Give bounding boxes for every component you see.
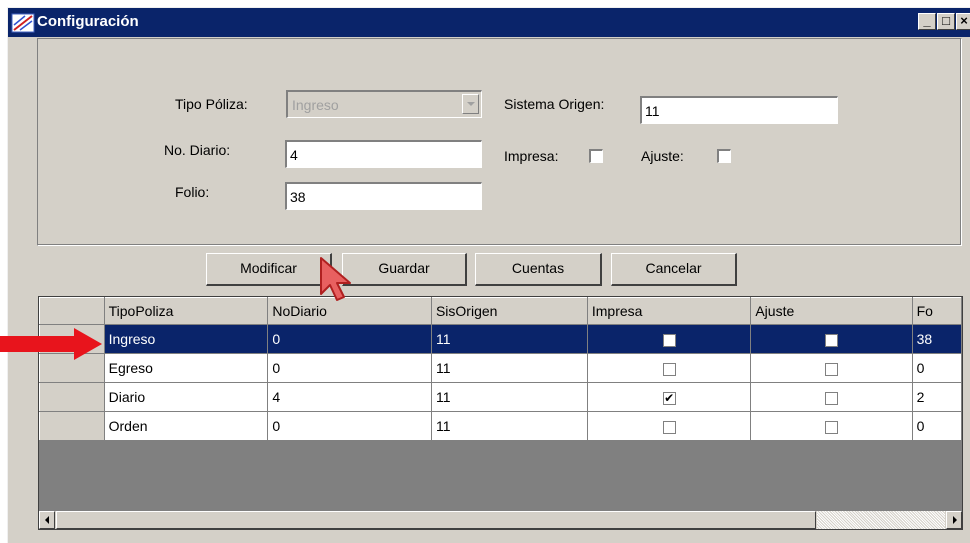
folio-label: Folio: — [175, 184, 210, 200]
scrollbar-track[interactable] — [817, 511, 945, 529]
scroll-left-icon[interactable] — [39, 511, 55, 529]
close-button[interactable]: × — [956, 13, 970, 30]
column-header-impresa[interactable]: Impresa — [587, 297, 752, 325]
ajuste-checkbox-cell[interactable] — [824, 420, 838, 434]
cell-impresa[interactable]: ✔ — [587, 382, 752, 412]
no-diario-field[interactable]: 4 — [285, 140, 482, 168]
cell-tipopoliza[interactable]: Egreso — [104, 353, 269, 383]
ajuste-checkbox-cell[interactable] — [824, 391, 838, 405]
cell-folio[interactable]: 2 — [912, 382, 962, 412]
horizontal-scrollbar[interactable] — [39, 511, 962, 529]
cell-nodiario[interactable]: 0 — [267, 353, 432, 383]
cell-folio[interactable]: 38 — [912, 324, 962, 354]
maximize-button[interactable]: □ — [937, 13, 955, 30]
tipo-poliza-combo[interactable]: Ingreso — [286, 90, 482, 118]
tipo-poliza-value: Ingreso — [292, 97, 339, 113]
impresa-checkbox-cell[interactable] — [662, 333, 676, 347]
column-header-sisorigen[interactable]: SisOrigen — [431, 297, 588, 325]
ajuste-checkbox-cell[interactable] — [824, 333, 838, 347]
window-title: Configuración — [37, 13, 139, 30]
column-header-folio[interactable]: Fo — [912, 297, 962, 325]
scroll-right-icon[interactable] — [946, 511, 962, 529]
cell-ajuste[interactable] — [750, 382, 913, 412]
ajuste-checkbox-cell[interactable] — [824, 362, 838, 376]
cell-impresa[interactable] — [587, 411, 752, 441]
grid-corner[interactable] — [39, 297, 105, 325]
scrollbar-thumb[interactable] — [56, 511, 816, 529]
minimize-button[interactable]: _ — [918, 13, 936, 30]
table-row[interactable]: Ingreso 0 11 38 — [39, 324, 962, 354]
tipo-poliza-label: Tipo Póliza: — [175, 96, 248, 112]
cell-impresa[interactable] — [587, 324, 752, 354]
cell-sisorigen[interactable]: 11 — [431, 324, 588, 354]
cell-nodiario[interactable]: 0 — [267, 324, 432, 354]
ajuste-label: Ajuste: — [641, 148, 684, 164]
ajuste-checkbox[interactable] — [717, 149, 731, 163]
mouse-cursor-icon — [320, 257, 351, 301]
cell-ajuste[interactable] — [750, 411, 913, 441]
cell-ajuste[interactable] — [750, 324, 913, 354]
cell-sisorigen[interactable]: 11 — [431, 353, 588, 383]
no-diario-label: No. Diario: — [164, 142, 231, 158]
chevron-down-icon[interactable] — [462, 94, 479, 114]
cell-tipopoliza[interactable]: Orden — [104, 411, 269, 441]
impresa-checkbox-cell[interactable]: ✔ — [662, 391, 676, 405]
cell-ajuste[interactable] — [750, 353, 913, 383]
table-row[interactable]: Orden 0 11 0 — [39, 411, 962, 441]
configuracion-window: Configuración _ □ × Tipo Póliza: Ingreso… — [7, 7, 970, 543]
red-arrow-icon — [0, 328, 102, 360]
cell-tipopoliza[interactable]: Ingreso — [104, 324, 269, 354]
impresa-checkbox[interactable] — [589, 149, 603, 163]
cell-nodiario[interactable]: 4 — [267, 382, 432, 412]
app-icon — [11, 13, 35, 33]
column-header-ajuste[interactable]: Ajuste — [750, 297, 913, 325]
impresa-checkbox-cell[interactable] — [662, 362, 676, 376]
cell-impresa[interactable] — [587, 353, 752, 383]
impresa-checkbox-cell[interactable] — [662, 420, 676, 434]
row-header[interactable] — [39, 411, 105, 441]
cell-nodiario[interactable]: 0 — [267, 411, 432, 441]
cuentas-button[interactable]: Cuentas — [475, 253, 602, 286]
cancelar-button[interactable]: Cancelar — [611, 253, 737, 286]
polizas-grid[interactable]: TipoPoliza NoDiario SisOrigen Impresa Aj… — [38, 296, 963, 530]
cell-tipopoliza[interactable]: Diario — [104, 382, 269, 412]
title-bar[interactable]: Configuración _ □ × — [8, 8, 970, 37]
table-row[interactable]: Diario 4 11 ✔ 2 — [39, 382, 962, 412]
column-header-tipopoliza[interactable]: TipoPoliza — [104, 297, 269, 325]
folio-field[interactable]: 38 — [285, 182, 482, 210]
sistema-origen-label: Sistema Origen: — [504, 96, 605, 112]
cell-sisorigen[interactable]: 11 — [431, 411, 588, 441]
impresa-label: Impresa: — [504, 148, 559, 164]
cell-sisorigen[interactable]: 11 — [431, 382, 588, 412]
table-row[interactable]: Egreso 0 11 0 — [39, 353, 962, 383]
sistema-origen-field[interactable]: 11 — [640, 96, 838, 124]
row-header[interactable] — [39, 382, 105, 412]
grid-table: TipoPoliza NoDiario SisOrigen Impresa Aj… — [39, 297, 962, 441]
modificar-button[interactable]: Modificar — [206, 253, 332, 286]
cell-folio[interactable]: 0 — [912, 411, 962, 441]
cell-folio[interactable]: 0 — [912, 353, 962, 383]
